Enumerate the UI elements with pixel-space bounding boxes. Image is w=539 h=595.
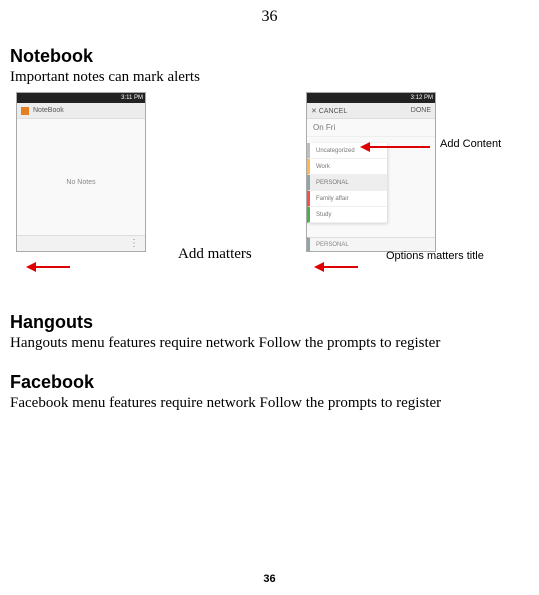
facebook-desc: Facebook menu features require network F… [10, 395, 529, 412]
annotation-add-content: Add Content [440, 138, 501, 150]
annotation-add-matters: Add matters [178, 246, 252, 263]
arrow-add-content [360, 142, 430, 152]
status-bar: 3:11 PM [17, 93, 145, 103]
screenshots-row: 3:11 PM NoteBook No Notes ⋮ Add matters … [10, 92, 529, 292]
section-title-notebook: Notebook [10, 46, 529, 67]
notebook-icon [21, 107, 29, 115]
section-title-hangouts: Hangouts [10, 312, 529, 333]
app-bar: ✕ CANCEL DONE [307, 103, 435, 119]
status-bar: 3:12 PM [307, 93, 435, 103]
section-title-facebook: Facebook [10, 372, 529, 393]
phone-screenshot-notebook-list: 3:11 PM NoteBook No Notes ⋮ [16, 92, 146, 252]
page-number-top: 36 [0, 0, 539, 26]
category-item[interactable]: PERSONAL [307, 175, 387, 191]
page-number-bottom: 36 [0, 573, 539, 585]
status-time: 3:11 PM [121, 95, 143, 101]
arrow-add-matters [26, 262, 70, 272]
cancel-button[interactable]: ✕ CANCEL [311, 107, 347, 115]
app-bar: NoteBook [17, 103, 145, 119]
done-button[interactable]: DONE [411, 107, 431, 114]
empty-state-text: No Notes [17, 179, 145, 186]
arrow-options-title [314, 262, 358, 272]
category-item[interactable]: Study [307, 207, 387, 223]
selected-category[interactable]: PERSONAL [307, 237, 435, 251]
phone-screenshot-notebook-edit: 3:12 PM ✕ CANCEL DONE On Fri Uncategoriz… [306, 92, 436, 252]
category-popup: Uncategorized Work PERSONAL Family affai… [307, 143, 387, 223]
overflow-icon[interactable]: ⋮ [129, 238, 139, 249]
app-title: NoteBook [33, 107, 64, 114]
annotation-options-title: Options matters title [386, 250, 484, 262]
hangouts-desc: Hangouts menu features require network F… [10, 335, 529, 352]
notebook-desc: Important notes can mark alerts [10, 69, 529, 86]
bottom-toolbar[interactable]: ⋮ [17, 235, 145, 251]
date-field[interactable]: On Fri [307, 119, 435, 137]
category-item[interactable]: Work [307, 159, 387, 175]
status-time: 3:12 PM [411, 95, 433, 101]
category-item[interactable]: Family affair [307, 191, 387, 207]
